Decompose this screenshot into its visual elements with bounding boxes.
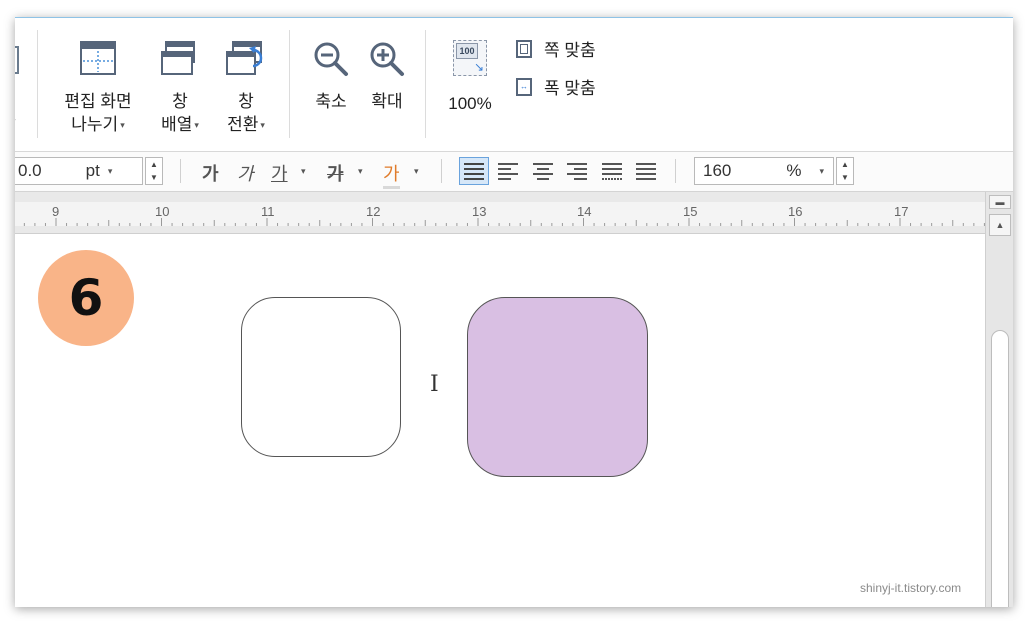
ribbon-separator [425, 30, 426, 138]
fit-page-button[interactable]: 쪽 맞춤 [516, 36, 596, 61]
align-distribute-button[interactable] [597, 157, 627, 185]
ruler-label: 16 [788, 204, 803, 219]
fit-page-icon [516, 39, 532, 58]
scroll-up-button[interactable]: ▲ [989, 214, 1011, 236]
watermark: shinyj-it.tistory.com [860, 581, 962, 595]
fit-width-button[interactable]: ↔ 폭 맞춤 [516, 74, 596, 99]
align-left-icon [498, 163, 518, 180]
line-spacing-unit: % [786, 161, 802, 180]
partial-ribbon-icon[interactable] [15, 46, 19, 74]
chevron-up-icon[interactable]: ▲ [150, 160, 158, 169]
split-view-icon [80, 41, 116, 75]
chevron-down-icon: ▾ [260, 120, 265, 131]
fit-page-label: 쪽 맞춤 [544, 41, 596, 60]
step-number: 6 [68, 269, 104, 327]
horizontal-ruler[interactable]: 9 10 11 12 13 14 15 16 17 [15, 192, 985, 234]
zoom-out-icon [314, 42, 348, 76]
chevron-down-icon: ▾ [120, 120, 125, 131]
fit-width-label: 폭 맞춤 [544, 79, 596, 98]
chevron-down-icon[interactable]: ▾ [108, 166, 113, 177]
char-bold-button[interactable]: 가 [202, 160, 219, 186]
align-distribute-icon [602, 163, 622, 180]
chevron-down-icon: ▾ [194, 120, 199, 131]
toolbar-separator [441, 159, 442, 183]
align-right-button[interactable] [562, 157, 592, 185]
zoom-in-label: 확대 [371, 92, 403, 111]
rounded-rectangle-purple[interactable] [467, 297, 648, 477]
chevron-down-icon[interactable]: ▾ [301, 166, 306, 177]
align-justify-icon [464, 163, 484, 180]
align-divide-icon [636, 163, 656, 180]
scroll-split-button[interactable]: ▬ [989, 195, 1011, 209]
ruler-label: 11 [261, 204, 275, 219]
scroll-thumb[interactable] [991, 330, 1009, 607]
window-switch-button[interactable]: 창 전환 ▾ [221, 40, 271, 137]
char-italic-button[interactable]: 가 [237, 160, 254, 186]
ribbon-separator [289, 30, 290, 138]
chevron-down-icon[interactable]: ▾ [414, 166, 419, 177]
toolbar-separator [180, 159, 181, 183]
chevron-down-icon[interactable]: ▼ [150, 173, 158, 182]
zoom-in-icon [370, 42, 404, 76]
align-left-button[interactable] [493, 157, 523, 185]
chevron-up-icon[interactable]: ▲ [841, 160, 849, 169]
font-size-field[interactable]: 0.0 pt ▾ [15, 157, 143, 185]
zoom-100-button[interactable]: 100 ↘ 100% [443, 40, 497, 115]
zoom-100-label: 100% [448, 94, 492, 113]
window-arrange-label-1: 창 [172, 92, 188, 111]
font-size-unit: pt [85, 161, 100, 180]
rounded-rectangle-white[interactable] [241, 297, 401, 457]
toolbar-separator [675, 159, 676, 183]
ruler-label: 9 [52, 204, 60, 219]
chevron-down-icon[interactable]: ▼ [841, 173, 849, 182]
zoom-100-icon-text: 100 [456, 43, 478, 59]
line-spacing-stepper[interactable]: ▲ ▼ [836, 157, 854, 185]
ribbon-separator [37, 30, 38, 138]
ruler-label: 15 [683, 204, 698, 219]
ruler-label: 17 [894, 204, 909, 219]
align-center-button[interactable] [528, 157, 558, 185]
line-spacing-field[interactable]: 160 % ▾ [694, 157, 834, 185]
font-size-value: 0.0 [18, 161, 42, 180]
zoom-100-icon: 100 ↘ [453, 40, 487, 76]
text-cursor-icon: I [430, 372, 439, 397]
partial-ribbon-caret: ▾ [15, 116, 16, 127]
step-badge: 6 [38, 250, 134, 346]
align-center-icon [533, 163, 553, 180]
window-switch-label-1: 창 [238, 92, 254, 111]
line-spacing-value: 160 [703, 161, 732, 180]
ruler-label: 10 [155, 204, 170, 219]
window-arrange-label-2: 배열 [161, 115, 193, 134]
align-divide-button[interactable] [631, 157, 661, 185]
format-toolbar: 0.0 pt ▾ ▲ ▼ 가 가 가 ▾ 가 ▾ 가 ▾ 160 % ▾ ▲ ▼ [15, 152, 1013, 192]
fit-width-icon: ↔ [516, 77, 532, 96]
window-cascade-icon [161, 41, 195, 75]
ribbon-toolbar: ▾ 편집 화면 나누기▾ 창 배열▾ [15, 18, 1013, 152]
window-switch-icon [226, 41, 263, 75]
char-color-button[interactable]: 가 [383, 160, 400, 189]
window-arrange-button[interactable]: 창 배열 ▾ [155, 40, 205, 137]
ruler-label: 13 [472, 204, 487, 219]
edit-split-label-2: 나누기 [71, 115, 119, 134]
zoom-in-button[interactable]: 확대 [365, 40, 409, 113]
ruler-label: 14 [577, 204, 592, 219]
align-right-icon [567, 163, 587, 180]
arrow-down-right-icon: ↘ [473, 60, 484, 74]
zoom-out-button[interactable]: 축소 [309, 40, 353, 113]
edit-split-label-1: 편집 화면 [64, 92, 132, 111]
window-switch-label-2: 전환 [227, 115, 259, 134]
font-size-stepper[interactable]: ▲ ▼ [145, 157, 163, 185]
chevron-down-icon[interactable]: ▾ [820, 166, 825, 177]
char-strikethrough-button[interactable]: 가 [327, 160, 344, 186]
align-justify-button[interactable] [459, 157, 489, 185]
edit-split-button[interactable]: 편집 화면 나누기 ▾ [59, 40, 137, 137]
char-underline-button[interactable]: 가 [271, 160, 288, 186]
vertical-scrollbar[interactable]: ▬ ▲ [985, 192, 1013, 607]
chevron-down-icon[interactable]: ▾ [358, 166, 363, 177]
ruler-label: 12 [366, 204, 381, 219]
zoom-out-label: 축소 [315, 92, 347, 111]
